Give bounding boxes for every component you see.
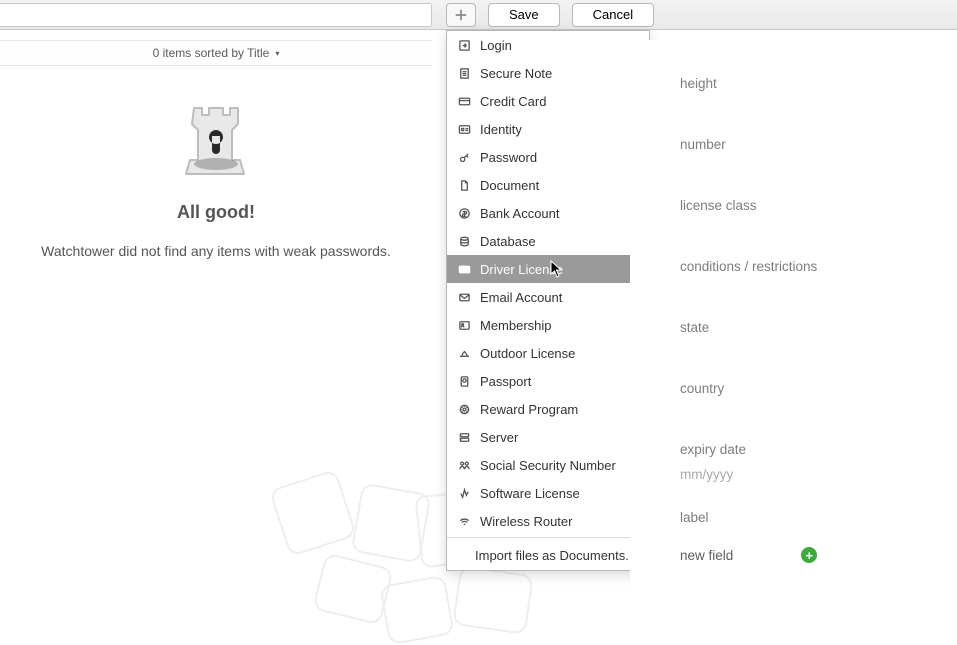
menu-import-files[interactable]: Import files as Documents...: [447, 540, 649, 570]
plus-icon: [454, 8, 468, 22]
note-icon: [457, 66, 471, 80]
menu-item-database[interactable]: Database: [447, 227, 649, 255]
menu-item-label: Passport: [480, 374, 531, 389]
menu-item-social-security-number[interactable]: Social Security Number: [447, 451, 649, 479]
new-item-category-menu: Login Secure Note Credit Card Identity Passw…: [446, 30, 650, 571]
toolbar: Save Cancel: [0, 0, 957, 30]
menu-separator: [447, 537, 649, 538]
outdoor-icon: [457, 346, 471, 360]
menu-item-label: Identity: [480, 122, 522, 137]
add-field-icon[interactable]: +: [801, 547, 817, 563]
field-label-license-class[interactable]: license class: [680, 198, 937, 213]
field-label-label[interactable]: label: [680, 510, 937, 525]
membership-icon: [457, 318, 471, 332]
new-field-label: new field: [680, 548, 733, 563]
field-label-country[interactable]: country: [680, 381, 937, 396]
menu-item-label: Bank Account: [480, 206, 560, 221]
menu-item-password[interactable]: Password: [447, 143, 649, 171]
menu-item-label: Reward Program: [480, 402, 578, 417]
search-wrap: [0, 0, 432, 29]
empty-subtitle: Watchtower did not find any items with w…: [41, 243, 391, 259]
menu-item-label: Document: [480, 178, 539, 193]
software-icon: [457, 486, 471, 500]
expiry-placeholder[interactable]: mm/yyyy: [680, 467, 937, 482]
menu-item-secure-note[interactable]: Secure Note: [447, 59, 649, 87]
menu-item-label: Membership: [480, 318, 552, 333]
login-icon: [457, 38, 471, 52]
menu-item-bank-account[interactable]: Bank Account: [447, 199, 649, 227]
decorative-shape: [269, 469, 357, 557]
menu-item-reward-program[interactable]: Reward Program: [447, 395, 649, 423]
credit-card-icon: [457, 94, 471, 108]
menu-item-label: Wireless Router: [480, 514, 572, 529]
menu-item-label: Email Account: [480, 290, 562, 305]
watchtower-empty-state: All good! Watchtower did not find any it…: [0, 66, 432, 259]
menu-item-email-account[interactable]: Email Account: [447, 283, 649, 311]
menu-item-label: Login: [480, 38, 512, 53]
cancel-button[interactable]: Cancel: [572, 3, 654, 27]
decorative-shape: [379, 575, 454, 645]
add-button[interactable]: [446, 3, 476, 27]
menu-item-outdoor-license[interactable]: Outdoor License: [447, 339, 649, 367]
list-sort-label: 0 items sorted by Title: [153, 46, 270, 60]
field-label-number[interactable]: number: [680, 137, 937, 152]
item-detail-form: height number license class conditions /…: [630, 40, 957, 601]
menu-item-label: Outdoor License: [480, 346, 575, 361]
email-icon: [457, 290, 471, 304]
license-icon: [457, 262, 471, 276]
menu-item-identity[interactable]: Identity: [447, 115, 649, 143]
field-label-conditions[interactable]: conditions / restrictions: [680, 259, 937, 274]
menu-item-label: Secure Note: [480, 66, 552, 81]
empty-title: All good!: [177, 202, 255, 223]
document-icon: [457, 178, 471, 192]
menu-item-wireless-router[interactable]: Wireless Router: [447, 507, 649, 535]
caret-down-icon: ▾: [275, 49, 279, 58]
menu-item-membership[interactable]: Membership: [447, 311, 649, 339]
field-label-height[interactable]: height: [680, 76, 937, 91]
key-icon: [457, 150, 471, 164]
reward-icon: [457, 402, 471, 416]
menu-item-software-license[interactable]: Software License: [447, 479, 649, 507]
menu-item-document[interactable]: Document: [447, 171, 649, 199]
menu-item-credit-card[interactable]: Credit Card: [447, 87, 649, 115]
menu-item-label: Server: [480, 430, 518, 445]
menu-item-server[interactable]: Server: [447, 423, 649, 451]
menu-item-label: Driver License: [480, 262, 563, 277]
identity-icon: [457, 122, 471, 136]
watchtower-rook-icon: [176, 84, 256, 178]
menu-item-label: Social Security Number: [480, 458, 616, 473]
menu-item-label: Database: [480, 234, 536, 249]
database-icon: [457, 234, 471, 248]
field-label-state[interactable]: state: [680, 320, 937, 335]
menu-item-label: Credit Card: [480, 94, 546, 109]
server-icon: [457, 430, 471, 444]
bank-icon: [457, 206, 471, 220]
menu-item-label: Password: [480, 150, 537, 165]
list-sort-header[interactable]: 0 items sorted by Title ▾: [0, 40, 432, 66]
save-button[interactable]: Save: [488, 3, 560, 27]
menu-item-login[interactable]: Login: [447, 31, 649, 59]
passport-icon: [457, 374, 471, 388]
add-new-field-row[interactable]: new field +: [680, 547, 937, 563]
field-label-expiry[interactable]: expiry date: [680, 442, 937, 457]
menu-item-label: Software License: [480, 486, 580, 501]
search-input[interactable]: [0, 3, 432, 27]
ssn-icon: [457, 458, 471, 472]
wifi-icon: [457, 514, 471, 528]
menu-item-passport[interactable]: Passport: [447, 367, 649, 395]
menu-item-driver-license[interactable]: Driver License: [447, 255, 649, 283]
decorative-shape: [452, 565, 534, 635]
